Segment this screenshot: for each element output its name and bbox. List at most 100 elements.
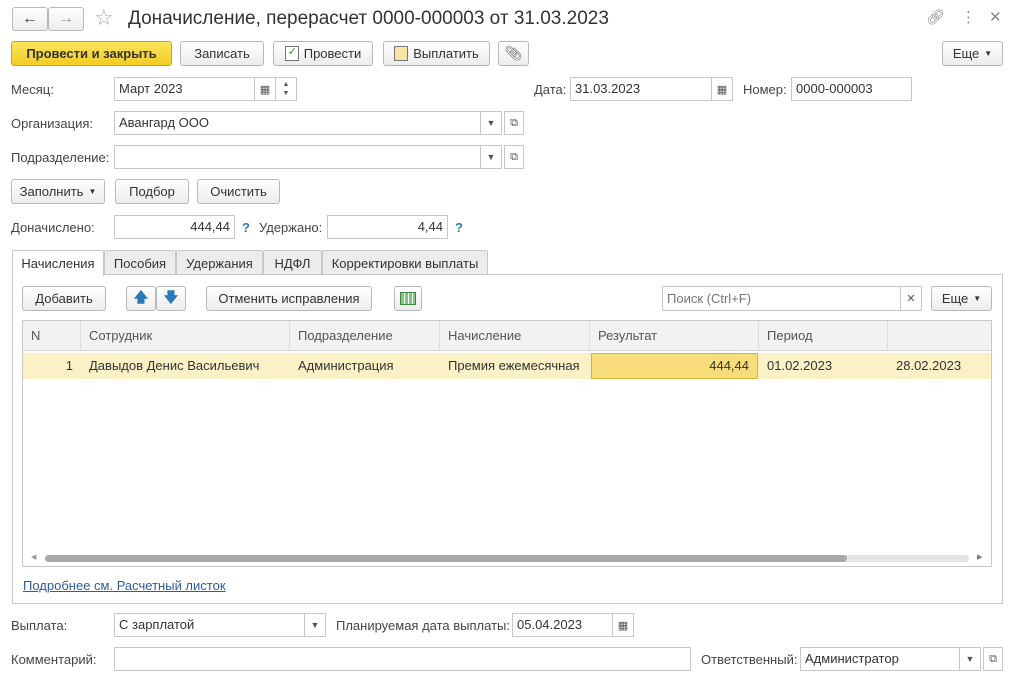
date-calendar-button[interactable]: ▦ xyxy=(711,77,733,101)
post-doc-icon: ✓ xyxy=(284,46,299,61)
month-calendar-button[interactable]: ▦ xyxy=(254,77,276,101)
organization-field[interactable]: Авангард ООО xyxy=(114,111,481,135)
stepper-down-icon: ▼ xyxy=(282,90,290,97)
withheld-label: Удержано: xyxy=(259,220,323,235)
payslip-link[interactable]: Подробнее см. Расчетный листок xyxy=(23,578,226,593)
table-green-icon xyxy=(400,292,416,305)
post-and-close-button[interactable]: Провести и закрыть xyxy=(11,41,172,66)
planned-date-label: Планируемая дата выплаты: xyxy=(336,618,510,633)
cancel-fixes-button[interactable]: Отменить исправления xyxy=(206,286,372,311)
chevron-down-icon: ▼ xyxy=(88,187,97,196)
department-label: Подразделение: xyxy=(11,150,110,165)
pay-button-label: Выплатить xyxy=(413,46,479,61)
cell-result[interactable]: 444,44 xyxy=(591,353,758,379)
fill-button[interactable]: Заполнить ▼ xyxy=(11,179,105,204)
arrow-down-icon: 🡇︎ xyxy=(163,288,179,305)
organization-dropdown-button[interactable]: ▼ xyxy=(480,111,502,135)
planned-date-field[interactable]: 05.04.2023 xyxy=(512,613,613,637)
tab-payment-corrections[interactable]: Корректировки выплаты xyxy=(322,250,488,275)
tab-withholdings[interactable]: Удержания xyxy=(176,250,263,275)
column-header-n[interactable]: N xyxy=(23,321,81,351)
search-input[interactable] xyxy=(662,286,901,311)
clear-button[interactable]: Очистить xyxy=(197,179,280,204)
withheld-field[interactable]: 4,44 xyxy=(327,215,448,239)
calendar-icon: ▦ xyxy=(617,619,629,632)
column-header-employee[interactable]: Сотрудник xyxy=(81,321,290,351)
column-header-period-end[interactable] xyxy=(888,321,991,351)
responsible-open-button[interactable]: ⧉ xyxy=(983,647,1003,671)
date-field[interactable]: 31.03.2023 xyxy=(570,77,712,101)
column-header-result[interactable]: Результат xyxy=(590,321,759,351)
grid-more-button-label: Еще xyxy=(941,291,969,306)
responsible-field[interactable]: Администратор xyxy=(800,647,960,671)
accrued-label: Доначислено: xyxy=(11,220,95,235)
column-header-department[interactable]: Подразделение xyxy=(290,321,440,351)
accrued-help-icon[interactable]: ? xyxy=(242,220,250,235)
organization-open-button[interactable]: ⧉ xyxy=(504,111,524,135)
add-button[interactable]: Добавить xyxy=(22,286,106,311)
number-field[interactable]: 0000-000003 xyxy=(791,77,912,101)
fill-button-label: Заполнить xyxy=(19,184,84,199)
scroll-right-icon[interactable]: ▶ xyxy=(977,551,982,565)
month-stepper[interactable]: ▲ ▼ xyxy=(275,77,297,101)
scrollbar-track[interactable] xyxy=(45,555,969,562)
move-up-button[interactable]: 🡅︎ xyxy=(126,286,156,311)
chevron-down-icon: ▼ xyxy=(984,49,993,58)
planned-date-calendar-button[interactable]: ▦ xyxy=(612,613,634,637)
table-row[interactable]: 1 Давыдов Денис Васильевич Администрация… xyxy=(23,353,991,379)
withheld-help-icon[interactable]: ? xyxy=(455,220,463,235)
column-header-accrual[interactable]: Начисление xyxy=(440,321,590,351)
month-label: Месяц: xyxy=(11,82,54,97)
horizontal-scrollbar[interactable]: ◀ ▶ xyxy=(23,551,991,565)
cell-n: 1 xyxy=(65,358,73,373)
paperclip-icon: 📎︎ xyxy=(504,45,523,61)
tab-benefits[interactable]: Пособия xyxy=(104,250,176,275)
tab-accruals[interactable]: Начисления xyxy=(12,250,104,276)
select-button[interactable]: Подбор xyxy=(115,179,189,204)
chevron-down-icon: ▼ xyxy=(310,620,320,630)
arrow-left-icon: ← xyxy=(22,10,38,27)
scroll-left-icon[interactable]: ◀ xyxy=(31,551,36,565)
menu-dots-icon[interactable]: ⋮ xyxy=(961,8,976,26)
stepper-up-icon: ▲ xyxy=(282,81,290,88)
link-icon[interactable]: 🔗︎ xyxy=(926,8,945,26)
cell-employee: Давыдов Денис Васильевич xyxy=(89,358,260,373)
payment-label: Выплата: xyxy=(11,618,68,633)
table-settings-button[interactable] xyxy=(394,286,422,311)
search-clear-button[interactable]: ✕ xyxy=(900,286,922,311)
scrollbar-thumb[interactable] xyxy=(45,555,847,562)
more-button[interactable]: Еще ▼ xyxy=(942,41,1003,66)
column-header-period[interactable]: Период xyxy=(759,321,888,351)
chevron-down-icon: ▼ xyxy=(486,118,496,128)
move-down-button[interactable]: 🡇︎ xyxy=(156,286,186,311)
save-button[interactable]: Записать xyxy=(180,41,264,66)
payment-field[interactable]: С зарплатой xyxy=(114,613,305,637)
cell-period-end: 28.02.2023 xyxy=(896,358,962,373)
attach-button[interactable]: 📎︎ xyxy=(498,41,529,66)
accrued-field[interactable]: 444,44 xyxy=(114,215,235,239)
tab-ndfl[interactable]: НДФЛ xyxy=(263,250,322,275)
department-field[interactable] xyxy=(114,145,481,169)
favorite-star-icon[interactable]: ☆ xyxy=(94,5,114,31)
window-title: Доначисление, перерасчет 0000-000003 от … xyxy=(128,8,609,29)
organization-label: Организация: xyxy=(11,116,94,131)
comment-field[interactable] xyxy=(114,647,691,671)
responsible-label: Ответственный: xyxy=(701,652,798,667)
grid-more-button[interactable]: Еще ▼ xyxy=(931,286,992,311)
post-button[interactable]: ✓ Провести xyxy=(273,41,373,66)
department-open-button[interactable]: ⧉ xyxy=(504,145,524,169)
arrow-right-icon: → xyxy=(58,10,74,27)
close-icon[interactable]: ✕ xyxy=(989,8,1002,26)
back-button[interactable]: ← xyxy=(12,7,48,31)
responsible-dropdown-button[interactable]: ▼ xyxy=(959,647,981,671)
open-window-icon: ⧉ xyxy=(989,652,997,665)
cell-department: Администрация xyxy=(298,358,394,373)
payment-dropdown-button[interactable]: ▼ xyxy=(304,613,326,637)
pay-button[interactable]: Выплатить xyxy=(383,41,490,66)
forward-button[interactable]: → xyxy=(48,7,84,31)
cell-accrual: Премия ежемесячная xyxy=(448,358,580,373)
month-field[interactable]: Март 2023 xyxy=(114,77,255,101)
calendar-icon: ▦ xyxy=(716,83,728,96)
accruals-table: N Сотрудник Подразделение Начисление Рез… xyxy=(22,320,992,567)
department-dropdown-button[interactable]: ▼ xyxy=(480,145,502,169)
